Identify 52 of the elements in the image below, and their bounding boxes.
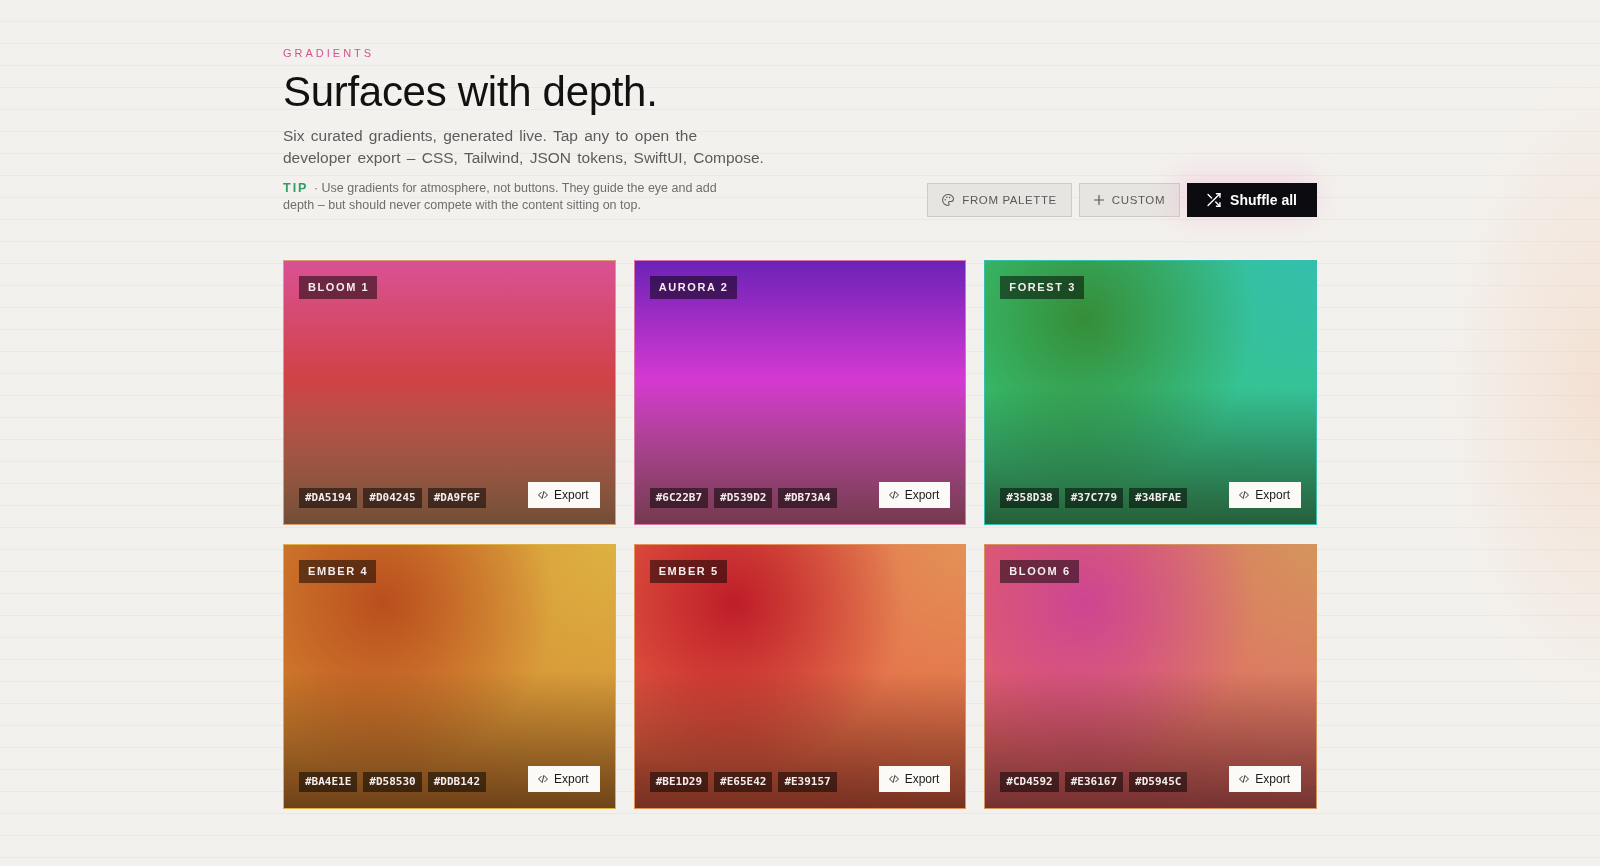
plus-icon: [1093, 195, 1104, 205]
gradient-card[interactable]: BLOOM 6 #CD4592 #E36167 #D5945C Export: [984, 544, 1317, 809]
hex-code-tag: #358D38: [1000, 488, 1059, 508]
gradient-card[interactable]: EMBER 5 #BE1D29 #E65E42 #E39157 Export: [633, 544, 967, 809]
custom-button[interactable]: CUSTOM: [1078, 183, 1181, 217]
palette-icon: [942, 194, 955, 206]
export-button[interactable]: Export: [878, 482, 951, 508]
code-icon: [537, 491, 548, 499]
gradient-card[interactable]: BLOOM 1 #DA5194 #D04245 #DA9F6F Export: [283, 260, 616, 525]
gradient-card[interactable]: EMBER 4 #BA4E1E #D58530 #DDB142 Export: [283, 544, 616, 809]
hex-code-tag: #DB73A4: [778, 488, 837, 508]
export-button[interactable]: Export: [527, 766, 600, 792]
code-icon: [537, 775, 548, 783]
gradient-name-tag: BLOOM 1: [299, 276, 378, 299]
tip-text: TIP · Use gradients for atmosphere, not buttons. They guide the eye and add depth – but should never compete with the content sitting on top.: [283, 180, 718, 214]
page-title: Surfaces with depth.: [283, 68, 659, 116]
gradient-name-tag: EMBER 4: [299, 560, 377, 583]
hex-code-tag: #E36167: [1064, 772, 1124, 792]
page-description: Six curated gradients, generated live. Tap any to open the developer export – CSS, Tailwind, JSON tokens, SwiftUI, Compose.: [283, 126, 765, 168]
from-palette-button[interactable]: FROM PALETTE: [927, 183, 1072, 217]
hex-code-tag: #BE1D29: [649, 772, 708, 792]
shuffle-icon: [1207, 193, 1222, 207]
hex-code-tag: #6C22B7: [649, 488, 708, 508]
hex-code-tag: #DA9F6F: [427, 488, 487, 508]
gradient-name-tag: FOREST 3: [1000, 276, 1084, 299]
gradient-name-tag: AURORA 2: [649, 276, 737, 299]
code-icon: [888, 491, 899, 499]
hex-code-tag: #D04245: [363, 488, 422, 508]
code-icon: [888, 775, 899, 783]
gradient-name-tag: BLOOM 6: [1000, 560, 1079, 583]
hex-code-tag: #D5945C: [1129, 772, 1188, 792]
gradient-name-tag: EMBER 5: [649, 560, 727, 583]
section-eyebrow: GRADIENTS: [283, 46, 376, 60]
gradient-card[interactable]: AURORA 2 #6C22B7 #D539D2 #DB73A4 Export: [633, 260, 967, 525]
code-icon: [1239, 491, 1250, 499]
export-button[interactable]: Export: [878, 766, 951, 792]
shuffle-button[interactable]: Shuffle all: [1187, 183, 1317, 217]
hex-code-tag: #E65E42: [714, 772, 773, 792]
hex-code-tag: #D58530: [363, 772, 422, 792]
gradient-card[interactable]: FOREST 3 #358D38 #37C779 #34BFAE Export: [984, 260, 1317, 525]
hex-code-tag: #BA4E1E: [299, 772, 358, 792]
hex-code-tag: #DDB142: [427, 772, 487, 792]
hex-code-tag: #D539D2: [714, 488, 773, 508]
code-icon: [1239, 775, 1250, 783]
hex-code-tag: #DA5194: [299, 488, 358, 508]
hex-code-tag: #37C779: [1064, 488, 1124, 508]
export-button[interactable]: Export: [527, 482, 600, 508]
export-button[interactable]: Export: [1229, 482, 1301, 508]
hex-code-tag: #E39157: [778, 772, 837, 792]
hex-code-tag: #CD4592: [1000, 772, 1059, 792]
hex-code-tag: #34BFAE: [1129, 488, 1188, 508]
export-button[interactable]: Export: [1229, 766, 1301, 792]
